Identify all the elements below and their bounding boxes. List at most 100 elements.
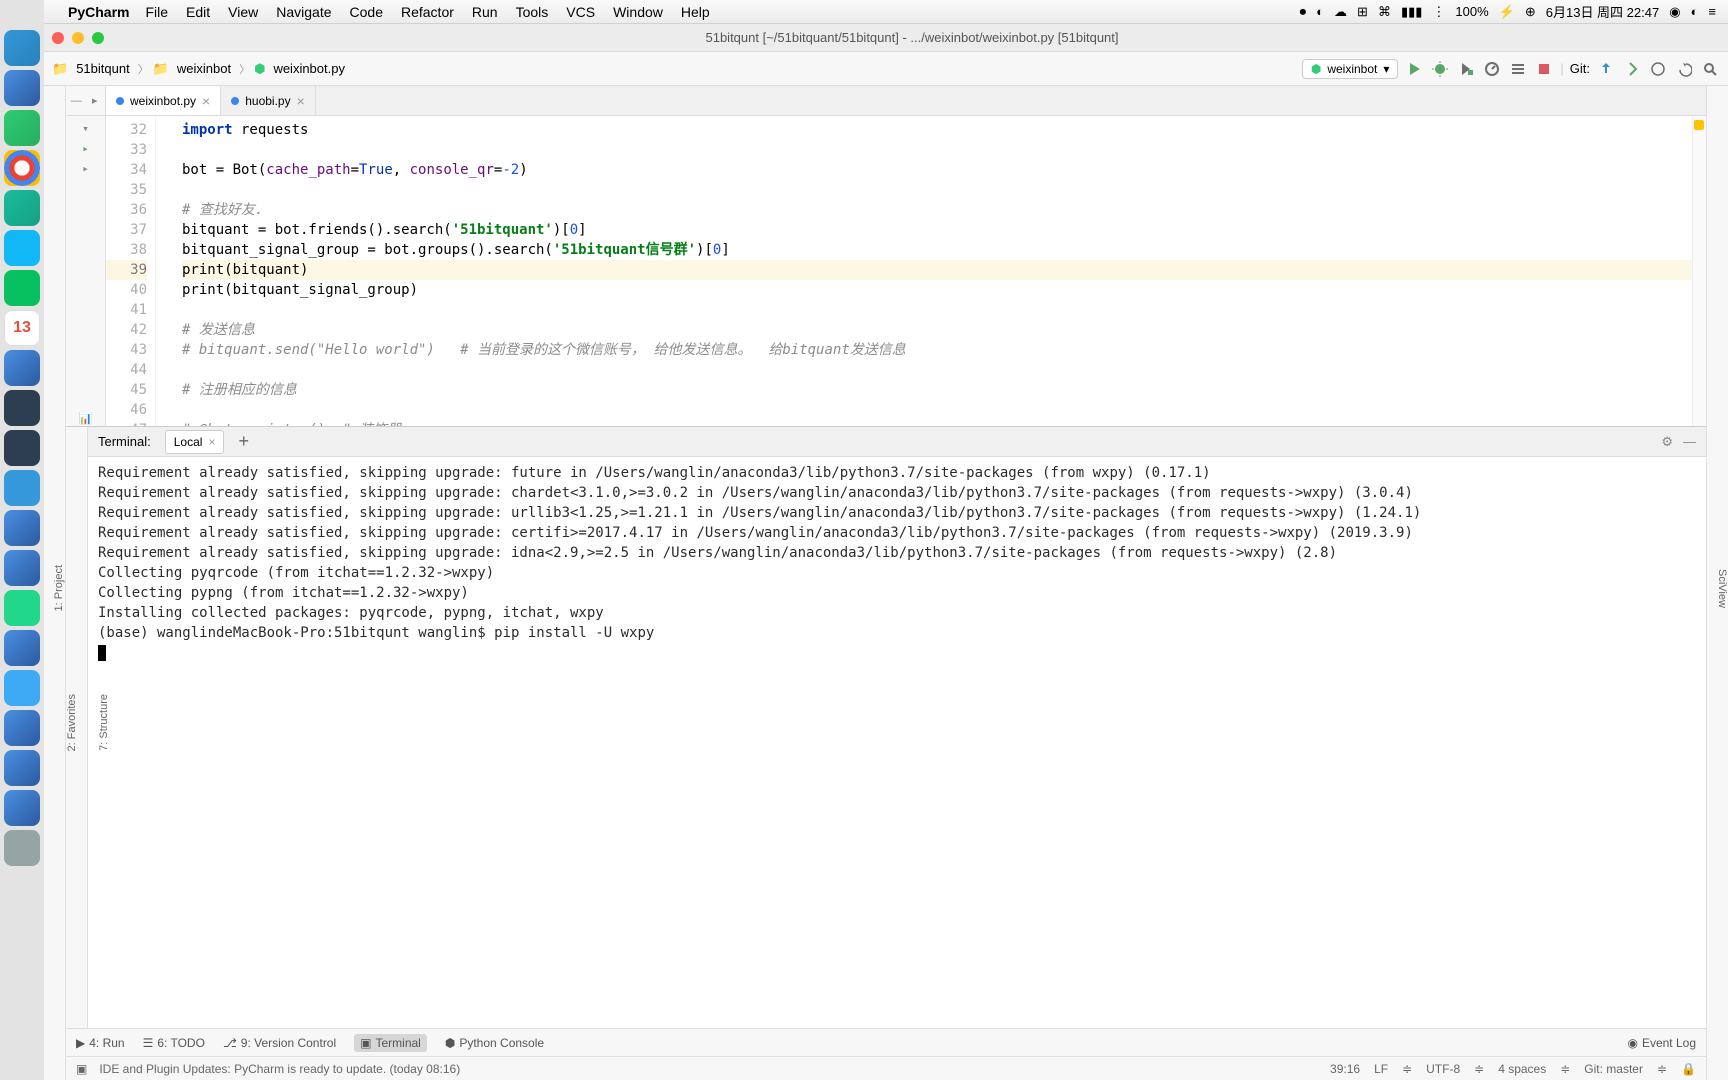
dock-safari-icon[interactable]	[4, 110, 40, 146]
tray-cloud-icon[interactable]: ☁	[1334, 4, 1347, 20]
todo-tool-button[interactable]: ☰ 6: TODO	[143, 1036, 205, 1050]
event-log-button[interactable]: ◉ Event Log	[1627, 1036, 1696, 1050]
search-everywhere-button[interactable]	[1700, 59, 1720, 79]
line-separator[interactable]: LF	[1374, 1062, 1388, 1076]
tray-user-icon[interactable]: ◐	[1691, 4, 1699, 19]
dock-mail-icon[interactable]	[4, 190, 40, 226]
run-config-selector[interactable]: ⬢ weixinbot ▾	[1302, 59, 1399, 79]
favorites-tool-button[interactable]: 2: Favorites	[66, 686, 78, 759]
git-update-button[interactable]	[1596, 59, 1616, 79]
dock-finder-icon[interactable]	[4, 30, 40, 66]
close-window-button[interactable]	[52, 32, 64, 44]
project-tool-button[interactable]: 1: Project	[53, 557, 65, 619]
file-tab-huobi[interactable]: huobi.py ×	[221, 86, 316, 115]
menu-help[interactable]: Help	[681, 4, 710, 20]
run-tool-button[interactable]: ▶ 4: Run	[76, 1036, 125, 1050]
close-tab-icon[interactable]: ×	[202, 93, 210, 109]
chevron-down-icon[interactable]: ▾	[78, 120, 94, 136]
dock-webstorm-icon[interactable]	[4, 670, 40, 706]
tray-timer-icon[interactable]: ◐	[1316, 4, 1324, 19]
git-history-button[interactable]	[1648, 59, 1668, 79]
menu-refactor[interactable]: Refactor	[401, 4, 454, 20]
tray-spotlight-icon[interactable]: ⊕	[1525, 4, 1536, 20]
minimize-window-button[interactable]	[72, 32, 84, 44]
python-console-tool-button[interactable]: ⬢ Python Console	[445, 1036, 544, 1050]
new-terminal-tab-button[interactable]: +	[238, 431, 249, 452]
git-branch[interactable]: Git: master	[1584, 1062, 1643, 1076]
dock-clion-icon[interactable]	[4, 710, 40, 746]
zoom-window-button[interactable]	[92, 32, 104, 44]
menu-navigate[interactable]: Navigate	[276, 4, 331, 20]
close-terminal-tab-icon[interactable]: ×	[208, 435, 215, 449]
concurrency-button[interactable]	[1508, 59, 1528, 79]
run-button[interactable]	[1404, 59, 1424, 79]
tray-datetime[interactable]: 6月13日 周四 22:47	[1546, 2, 1659, 21]
menu-view[interactable]: View	[228, 4, 258, 20]
dock-pycharm-icon[interactable]	[4, 590, 40, 626]
expand-icon[interactable]: ▸	[89, 93, 102, 109]
code-editor[interactable]: ▾ ▸ ▸ 📊 32333435363738394041424344454647…	[66, 116, 1706, 426]
dock-terminal-icon[interactable]	[4, 390, 40, 426]
tray-menu-icon[interactable]: ≡	[1708, 4, 1716, 19]
hide-terminal-icon[interactable]: —	[1683, 434, 1696, 450]
tray-screencast-icon[interactable]: ⏺	[1300, 4, 1307, 20]
indent-config[interactable]: 4 spaces	[1498, 1062, 1546, 1076]
close-tab-icon[interactable]: ×	[297, 93, 305, 109]
sciview-tool-button[interactable]: SciView	[1716, 569, 1728, 608]
dock-calendar-icon[interactable]: 13	[4, 310, 40, 346]
dock-preferences-icon[interactable]	[4, 510, 40, 546]
tool-windows-icon[interactable]: ▣	[76, 1062, 87, 1076]
git-revert-button[interactable]	[1674, 59, 1694, 79]
debug-gutter-icon[interactable]: ▸	[78, 160, 94, 176]
profile-button[interactable]	[1482, 59, 1502, 79]
tray-wifi-icon[interactable]: ⋮	[1432, 4, 1445, 20]
stats-icon[interactable]: 📊	[78, 410, 94, 426]
menu-tools[interactable]: Tools	[516, 4, 549, 20]
menu-vcs[interactable]: VCS	[566, 4, 595, 20]
crumb-folder[interactable]: weixinbot	[173, 59, 235, 78]
dock-folder-icon[interactable]	[4, 750, 40, 786]
run-gutter-icon[interactable]: ▸	[78, 140, 94, 156]
debug-button[interactable]	[1430, 59, 1450, 79]
tray-bluetooth-icon[interactable]: ⌘	[1378, 4, 1391, 20]
terminal-tab-local[interactable]: Local ×	[165, 430, 225, 454]
terminal-output[interactable]: Requirement already satisfied, skipping …	[88, 457, 1706, 1028]
tray-siri-icon[interactable]: ◉	[1669, 4, 1680, 20]
menu-window[interactable]: Window	[613, 4, 663, 20]
crumb-root[interactable]: 51bitqunt	[72, 59, 134, 78]
code-content[interactable]: import requests bot = Bot(cache_path=Tru…	[174, 116, 1692, 426]
menu-file[interactable]: File	[145, 4, 168, 20]
dock-notes-icon[interactable]	[4, 350, 40, 386]
crumb-file[interactable]: weixinbot.py	[269, 59, 349, 78]
dock-appstore-icon[interactable]	[4, 470, 40, 506]
file-tab-weixinbot[interactable]: weixinbot.py ×	[106, 86, 221, 115]
file-encoding[interactable]: UTF-8	[1426, 1062, 1460, 1076]
dock-vscode-icon[interactable]	[4, 550, 40, 586]
terminal-tool-button[interactable]: ▣ Terminal	[354, 1034, 427, 1052]
terminal-settings-icon[interactable]: ⚙	[1661, 434, 1673, 450]
collapse-icon[interactable]: —	[70, 93, 83, 109]
readonly-lock-icon[interactable]: 🔒	[1681, 1062, 1696, 1076]
menu-edit[interactable]: Edit	[186, 4, 210, 20]
dock-xcode-icon[interactable]	[4, 630, 40, 666]
menu-code[interactable]: Code	[350, 4, 383, 20]
menu-run[interactable]: Run	[472, 4, 498, 20]
dock-downloads-icon[interactable]	[4, 790, 40, 826]
dock-launchpad-icon[interactable]	[4, 70, 40, 106]
editor-scrollbar[interactable]	[1692, 116, 1706, 426]
dock-trash-icon[interactable]	[4, 830, 40, 866]
dock-qq-icon[interactable]	[4, 230, 40, 266]
caret-position[interactable]: 39:16	[1330, 1062, 1360, 1076]
dock-iterm-icon[interactable]	[4, 430, 40, 466]
run-coverage-button[interactable]	[1456, 59, 1476, 79]
vcs-tool-button[interactable]: ⎇ 9: Version Control	[223, 1036, 336, 1050]
tray-battery-icon[interactable]: ▮▮▮	[1401, 4, 1422, 20]
dock-chrome-icon[interactable]	[4, 150, 40, 186]
structure-tool-button[interactable]: 7: Structure	[98, 686, 110, 759]
menubar-app-name[interactable]: PyCharm	[68, 4, 129, 20]
git-commit-button[interactable]	[1622, 59, 1642, 79]
dock-wechat-icon[interactable]	[4, 270, 40, 306]
stop-button[interactable]	[1534, 59, 1554, 79]
warning-marker-icon[interactable]	[1694, 120, 1704, 130]
tray-grid-icon[interactable]: ⊞	[1357, 4, 1368, 20]
